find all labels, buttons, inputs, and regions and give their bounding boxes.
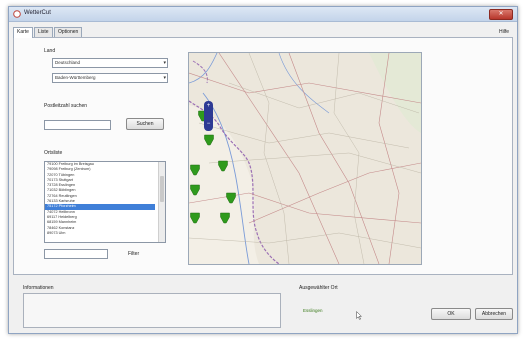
scrollbar-thumb[interactable] [160, 176, 164, 202]
zoom-out-button[interactable]: − [205, 121, 212, 128]
chevron-down-icon: ▾ [163, 60, 166, 66]
info-label: Informationen [23, 285, 54, 291]
places-items: 79100 Freiburg im Breisgau 79098 Freiburg… [45, 162, 165, 236]
map-tab-panel: Land Deutschland ▾ Baden-Württemberg ▾ P… [13, 37, 513, 275]
window-title: WetterCut [24, 10, 51, 16]
postal-code-input[interactable] [44, 120, 111, 130]
selected-place-value: Esslingen [303, 308, 323, 313]
cancel-button[interactable]: Abbrechen [475, 308, 513, 320]
main-window: WetterCut ✕ Karte Liste Optionen Hilfe L… [8, 6, 518, 334]
land-label: Land [44, 48, 56, 54]
chevron-down-icon: ▾ [163, 75, 166, 81]
filter-button[interactable]: Filter [128, 251, 139, 257]
close-button[interactable]: ✕ [489, 9, 513, 20]
tab-optionen[interactable]: Optionen [54, 27, 83, 37]
search-button[interactable]: Suchen [126, 118, 164, 130]
country-select[interactable]: Deutschland ▾ [52, 58, 168, 68]
info-box [23, 293, 281, 328]
app-icon [13, 10, 21, 18]
tab-karte[interactable]: Karte [13, 27, 33, 38]
help-link[interactable]: Hilfe [499, 29, 509, 35]
filter-input[interactable] [44, 249, 108, 259]
state-select-value: Baden-Württemberg [55, 75, 96, 80]
tab-liste[interactable]: Liste [34, 27, 53, 37]
selected-place-label: Ausgewählter Ort [299, 285, 338, 291]
map-view[interactable]: + − [188, 52, 422, 265]
places-list[interactable]: 79100 Freiburg im Breisgau 79098 Freiburg… [44, 161, 166, 243]
mouse-cursor-icon [356, 311, 362, 320]
zoom-control: + − [204, 101, 213, 131]
postal-search-label: Postleitzahl suchen [44, 103, 88, 109]
state-select[interactable]: Baden-Württemberg ▾ [52, 73, 168, 83]
zoom-in-button[interactable]: + [205, 103, 212, 110]
title-bar[interactable]: WetterCut ✕ [9, 7, 517, 22]
places-label: Ortsliste [44, 150, 63, 156]
country-select-value: Deutschland [55, 60, 81, 65]
place-list-item[interactable]: 89073 Ulm [45, 231, 155, 236]
list-scrollbar[interactable] [158, 162, 165, 242]
ok-button[interactable]: OK [431, 308, 471, 320]
map-canvas[interactable] [189, 53, 421, 264]
